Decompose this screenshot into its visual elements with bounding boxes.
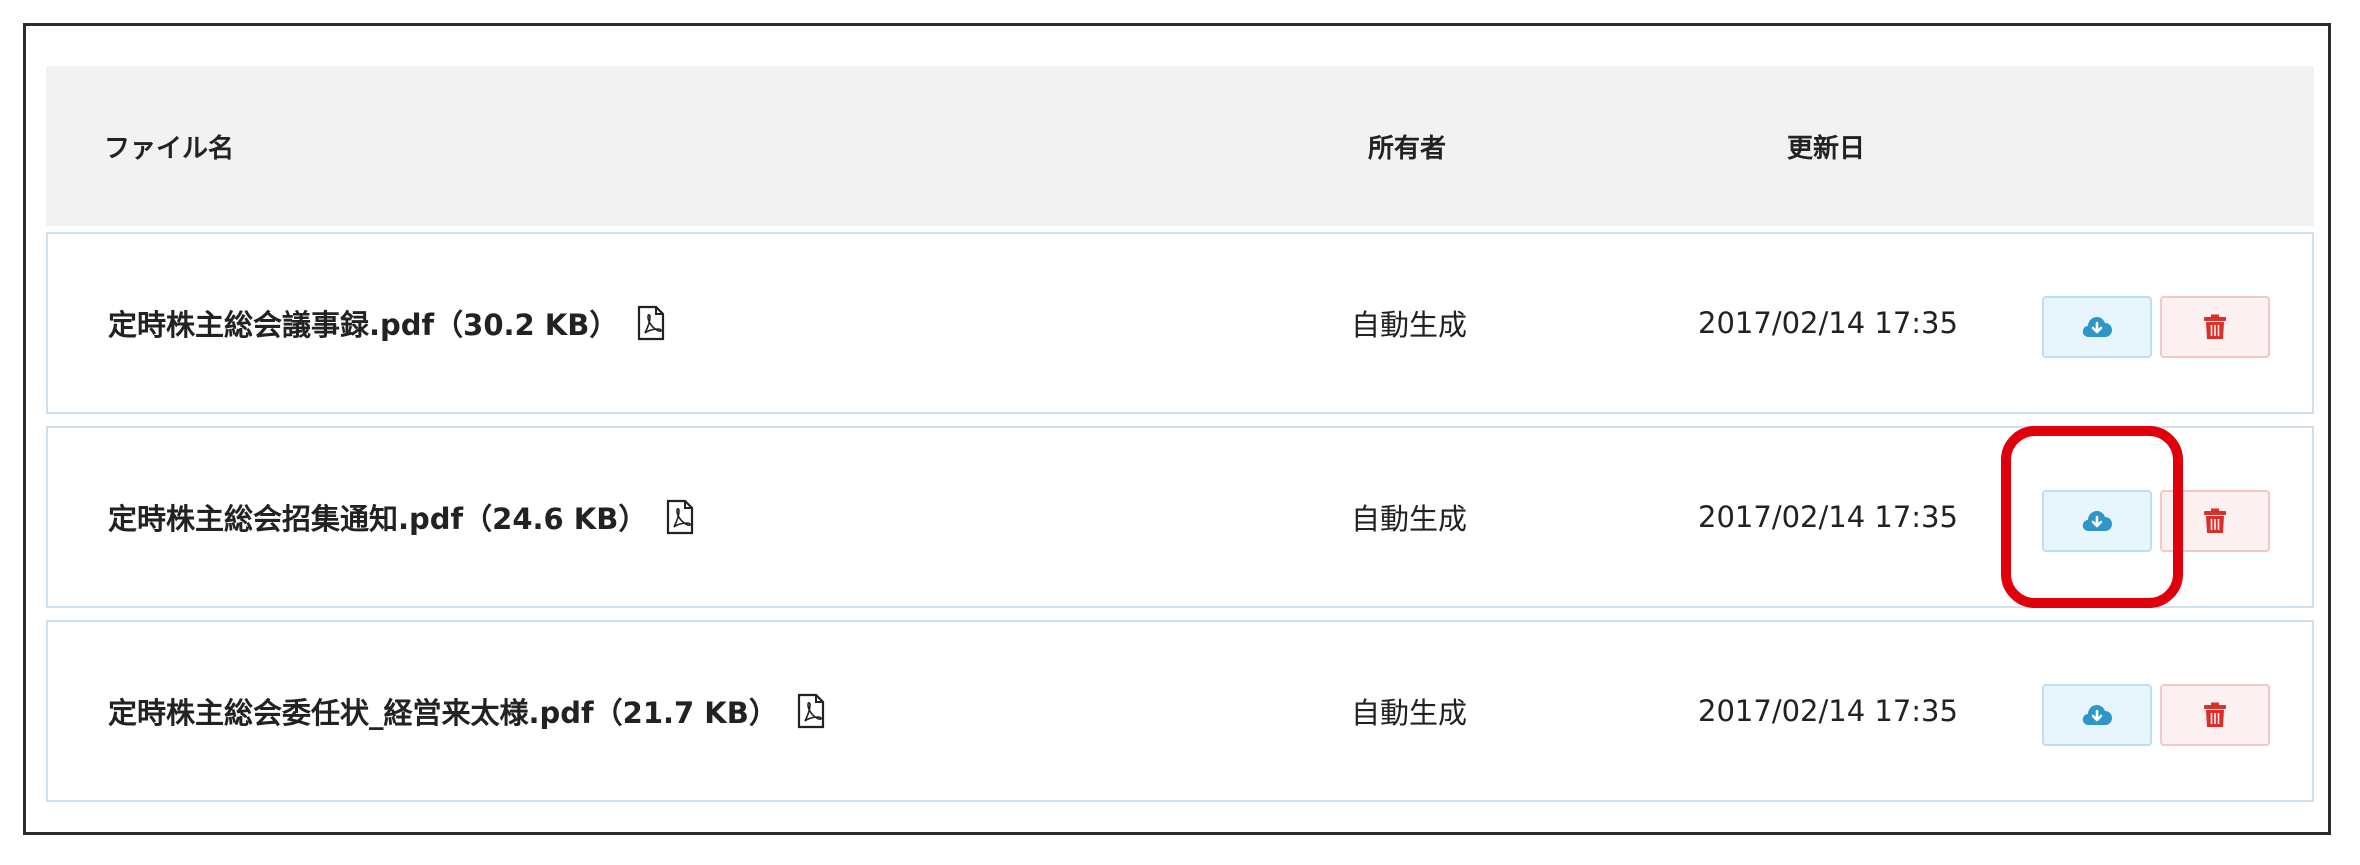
- file-name-cell: 定時株主総会委任状_経営来太様.pdf（21.7 KB）: [108, 622, 826, 800]
- delete-button[interactable]: [2160, 684, 2270, 746]
- owner-cell: 自動生成: [1350, 696, 1467, 730]
- table-row: 定時株主総会委任状_経営来太様.pdf（21.7 KB） 自動生成 2017/0…: [46, 620, 2314, 802]
- download-button[interactable]: [2042, 296, 2152, 358]
- table-row: 定時株主総会議事録.pdf（30.2 KB） 自動生成 2017/02/14 1…: [46, 232, 2314, 414]
- owner-cell: 自動生成: [1350, 308, 1467, 342]
- updated-cell: 2017/02/14 17:35: [1698, 694, 1958, 728]
- column-header-updated[interactable]: 更新日: [1726, 66, 1926, 226]
- file-name-cell: 定時株主総会議事録.pdf（30.2 KB）: [108, 234, 666, 412]
- pdf-icon: [667, 499, 694, 535]
- cloud-download-icon: [2082, 705, 2112, 725]
- file-name-cell: 定時株主総会招集通知.pdf（24.6 KB）: [108, 428, 695, 606]
- file-name-link[interactable]: 定時株主総会議事録.pdf（30.2 KB）: [108, 302, 618, 344]
- table-row: 定時株主総会招集通知.pdf（24.6 KB） 自動生成 2017/02/14 …: [46, 426, 2314, 608]
- trash-icon: [2204, 508, 2226, 533]
- pdf-icon: [797, 693, 824, 729]
- cloud-download-icon: [2082, 317, 2112, 337]
- download-button[interactable]: [2042, 684, 2152, 746]
- owner-cell: 自動生成: [1350, 502, 1467, 536]
- updated-cell: 2017/02/14 17:35: [1698, 306, 1958, 340]
- delete-button[interactable]: [2160, 296, 2270, 358]
- download-button[interactable]: [2042, 490, 2152, 552]
- trash-icon: [2204, 314, 2226, 339]
- column-header-file-name[interactable]: ファイル名: [104, 66, 234, 226]
- updated-cell: 2017/02/14 17:35: [1698, 500, 1958, 534]
- delete-button[interactable]: [2160, 490, 2270, 552]
- file-name-link[interactable]: 定時株主総会委任状_経営来太様.pdf（21.7 KB）: [108, 690, 778, 732]
- table-header: ファイル名 所有者 更新日: [46, 66, 2314, 226]
- pdf-icon: [638, 305, 665, 341]
- file-name-link[interactable]: 定時株主総会招集通知.pdf（24.6 KB）: [108, 496, 647, 538]
- cloud-download-icon: [2082, 511, 2112, 531]
- trash-icon: [2204, 702, 2226, 727]
- column-header-owner[interactable]: 所有者: [1327, 66, 1487, 226]
